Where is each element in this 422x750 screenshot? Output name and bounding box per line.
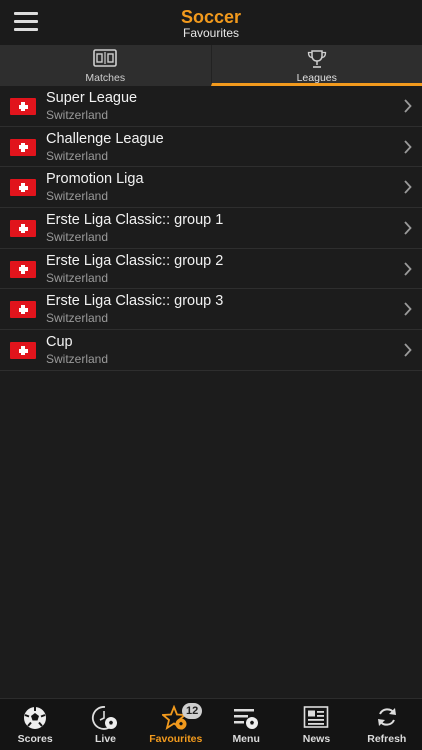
nav-favourites-label: Favourites [149, 733, 203, 745]
refresh-icon [377, 708, 396, 726]
list-item[interactable]: Promotion Liga Switzerland [0, 167, 422, 209]
app-header: Soccer Favourites [0, 0, 422, 45]
league-name: Erste Liga Classic:: group 2 [46, 252, 224, 269]
list-item[interactable]: Cup Switzerland [0, 330, 422, 371]
league-country: Switzerland [46, 352, 109, 367]
swiss-flag-icon [10, 138, 36, 156]
league-country: Switzerland [46, 230, 109, 245]
league-country: Switzerland [46, 108, 109, 122]
nav-scores-label: Scores [17, 733, 53, 745]
newspaper-icon [304, 706, 329, 728]
page-title: Soccer [180, 7, 242, 27]
chevron-right-icon [404, 302, 412, 317]
league-country: Switzerland [46, 189, 109, 204]
tab-leagues[interactable]: Leagues [210, 45, 422, 86]
page-subtitle: Favourites [182, 26, 240, 40]
nav-news-label: News [302, 733, 331, 745]
scoreboard-icon [93, 49, 118, 67]
nav-refresh[interactable]: Refresh [352, 699, 422, 750]
league-country: Switzerland [46, 148, 109, 163]
league-country: Switzerland [46, 311, 109, 326]
chevron-right-icon [404, 343, 412, 357]
swiss-flag-icon [10, 220, 36, 238]
chevron-right-icon [404, 99, 412, 113]
league-name: Challenge League [46, 130, 164, 147]
swiss-flag-icon [10, 260, 36, 278]
league-name: Cup [46, 334, 73, 351]
league-country: Switzerland [46, 270, 109, 285]
nav-scores[interactable]: Scores [0, 699, 70, 750]
swiss-flag-icon [10, 301, 36, 319]
tab-matches-label: Matches [85, 72, 126, 84]
list-item[interactable]: Challenge League Switzerland [0, 126, 422, 168]
trophy-icon [307, 50, 326, 68]
swiss-flag-icon [10, 342, 36, 360]
swiss-flag-icon [10, 179, 36, 197]
tab-leagues-label: Leagues [296, 72, 337, 84]
nav-menu[interactable]: Menu [211, 699, 281, 750]
nav-menu-label: Menu [232, 733, 260, 745]
nav-refresh-label: Refresh [367, 733, 407, 745]
league-name: Erste Liga Classic:: group 1 [46, 212, 224, 229]
nav-live[interactable]: Live [70, 699, 140, 750]
bottom-tab-bar: Scores Live Favourites Menu News Refresh… [0, 698, 422, 750]
favourites-count-badge: 12 [182, 703, 203, 719]
league-name: Promotion Liga [46, 171, 144, 188]
menu-ball-icon [234, 709, 259, 729]
list-item[interactable]: Erste Liga Classic:: group 3 Switzerland [0, 289, 422, 331]
chevron-right-icon [404, 221, 412, 235]
tab-matches[interactable]: Matches [0, 45, 211, 86]
segment-tabs: Matches Leagues [0, 45, 422, 86]
nav-news[interactable]: News [281, 699, 351, 750]
chevron-right-icon [404, 140, 412, 154]
list-item[interactable]: Super League Switzerland [0, 86, 422, 127]
chevron-right-icon [404, 262, 412, 276]
league-name: Super League [46, 90, 138, 106]
league-list: Super League Switzerland Challenge Leagu… [0, 86, 422, 371]
live-clock-ball-icon [92, 706, 118, 730]
list-item[interactable]: Erste Liga Classic:: group 1 Switzerland [0, 208, 422, 249]
soccer-ball-icon [24, 707, 47, 729]
header-title-block: Soccer Favourites [0, 8, 422, 40]
list-item[interactable]: Erste Liga Classic:: group 2 Switzerland [0, 248, 422, 290]
nav-live-label: Live [94, 733, 116, 745]
league-name: Erste Liga Classic:: group 3 [46, 293, 224, 310]
chevron-right-icon [404, 180, 412, 194]
swiss-flag-icon [10, 98, 36, 115]
